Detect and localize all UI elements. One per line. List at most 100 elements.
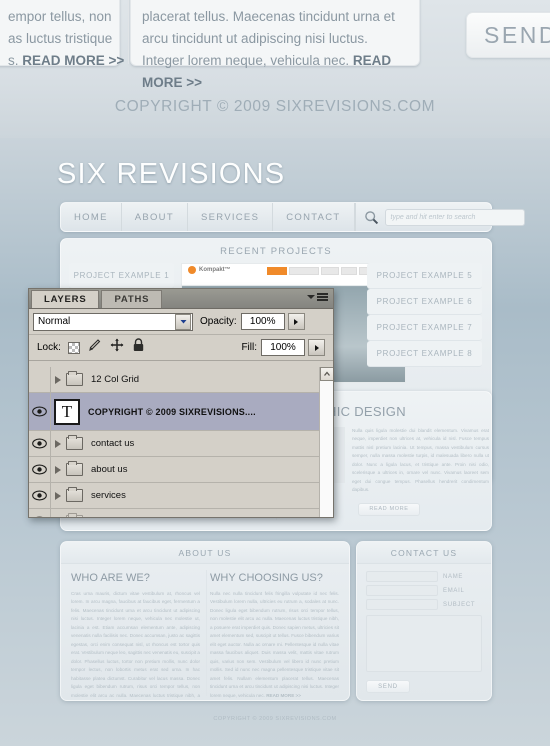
layer-row-services[interactable]: services <box>29 483 333 509</box>
expand-arrow-icon[interactable] <box>55 465 61 474</box>
magnifier-icon[interactable] <box>364 210 379 225</box>
scroll-up-arrow-icon[interactable] <box>320 367 333 381</box>
email-field[interactable] <box>366 585 438 596</box>
layer-row-contact-us[interactable]: contact us <box>29 431 333 457</box>
visibility-toggle[interactable] <box>29 393 51 430</box>
read-more-button[interactable]: READ MORE <box>358 502 420 516</box>
visibility-toggle[interactable] <box>29 457 51 482</box>
about-us-title: ABOUT US <box>61 542 349 564</box>
expand-arrow-icon[interactable] <box>55 491 61 500</box>
subject-field[interactable] <box>366 599 438 610</box>
tab-paths[interactable]: PATHS <box>101 290 163 308</box>
site-logo: SIX REVISIONS <box>57 158 286 190</box>
list-item[interactable]: PROJECT EXAMPLE 7 <box>367 315 482 341</box>
layers-scrollbar[interactable] <box>319 367 333 517</box>
contact-row-subject: SUBJECT <box>357 596 491 610</box>
about-us-divider <box>206 570 207 696</box>
preview-text-left: empor tellus, non as luctus tristique s.… <box>8 6 126 72</box>
layer-name: recent projects <box>91 516 153 517</box>
about-col-why: WHY CHOOSING US? Nulla nec nulla tincidu… <box>210 572 339 700</box>
project-list-right: PROJECT EXAMPLE 5 PROJECT EXAMPLE 6 PROJ… <box>367 263 482 367</box>
nav-item-contact[interactable]: CONTACT <box>273 203 355 231</box>
lock-image-icon[interactable] <box>88 338 102 357</box>
about-heading: WHY CHOOSING US? <box>210 572 323 584</box>
preview-divider <box>128 0 129 64</box>
send-button[interactable]: SEND <box>366 680 410 693</box>
expand-arrow-icon[interactable] <box>55 439 61 448</box>
about-body: Nulla nec nulla tincidunt felis fringill… <box>210 590 339 700</box>
preview-readmore-left[interactable]: READ MORE >> <box>22 53 124 68</box>
list-item[interactable]: PROJECT EXAMPLE 1 <box>69 263 174 289</box>
layer-row-recent-projects[interactable]: recent projects <box>29 509 333 519</box>
visibility-toggle[interactable] <box>29 509 51 517</box>
tab-layers[interactable]: LAYERS <box>31 290 100 308</box>
search-input[interactable]: type and hit enter to search <box>384 208 525 226</box>
layer-row-12-col-grid[interactable]: 12 Col Grid <box>29 367 333 393</box>
layer-row-about-us[interactable]: about us <box>29 457 333 483</box>
opacity-stepper[interactable] <box>287 313 305 330</box>
contact-row-name: NAME <box>357 568 491 582</box>
fill-stepper[interactable] <box>308 339 325 356</box>
about-body-text: Nulla nec nulla tincidunt felis fringill… <box>210 591 339 698</box>
zoomed-preview-region: empor tellus, non as luctus tristique s.… <box>0 0 550 138</box>
lock-position-icon[interactable] <box>110 338 124 357</box>
contact-us-title: CONTACT US <box>357 542 491 564</box>
nav-item-about[interactable]: ABOUT <box>122 203 188 231</box>
site-copyright: COPYRIGHT © 2009 SIXREVISIONS.COM <box>213 716 337 722</box>
nav-item-services[interactable]: SERVICES <box>188 203 274 231</box>
layer-name: 12 Col Grid <box>91 374 140 385</box>
preview-nav-active <box>267 266 287 275</box>
preview-site-brand: Kompakt™ <box>188 266 231 274</box>
text-layer-thumbnail: T <box>54 398 80 425</box>
lock-label: Lock: <box>37 342 61 353</box>
expand-arrow-icon[interactable] <box>55 518 61 519</box>
layer-name: contact us <box>91 438 135 449</box>
blend-mode-select[interactable]: Normal <box>33 312 193 331</box>
preview-text-center: placerat tellus. Maecenas tincidunt urna… <box>142 6 404 93</box>
folder-icon <box>66 487 83 502</box>
layers-list[interactable]: 12 Col Grid T COPYRIGHT © 2009 SIXREVISI… <box>29 367 333 519</box>
brand-dot-icon <box>188 266 196 274</box>
layer-name: COPYRIGHT © 2009 SIXREVISIONS.... <box>88 406 256 417</box>
contact-us-panel: CONTACT US NAME EMAIL SUBJECT SEND <box>356 541 492 701</box>
panel-menu-icon[interactable] <box>307 293 328 301</box>
preview-copyright: COPYRIGHT © 2009 SIXREVISIONS.COM <box>114 98 436 115</box>
folder-icon <box>66 513 83 517</box>
name-field[interactable] <box>366 571 438 582</box>
contact-row-email: EMAIL <box>357 582 491 596</box>
list-item[interactable]: PROJECT EXAMPLE 8 <box>367 341 482 367</box>
fill-input[interactable]: 100% <box>261 339 305 356</box>
visibility-toggle[interactable] <box>29 367 51 392</box>
chevron-down-icon <box>307 294 315 299</box>
brand-name: Kompakt™ <box>199 267 231 273</box>
preview-send-button[interactable]: SEND <box>466 12 550 58</box>
layer-name: about us <box>91 464 128 475</box>
about-body: Cras urna mauris, dictum vitae vestibulu… <box>71 590 200 700</box>
lock-all-icon[interactable] <box>132 338 145 357</box>
lock-fill-row: Lock: Fill: 100% <box>29 335 333 361</box>
folder-icon <box>66 461 83 476</box>
folder-icon <box>66 371 83 386</box>
visibility-toggle[interactable] <box>29 431 51 456</box>
lock-transparency-icon[interactable] <box>67 341 80 354</box>
list-item[interactable]: PROJECT EXAMPLE 6 <box>367 289 482 315</box>
chevron-down-icon[interactable] <box>175 313 191 330</box>
opacity-label: Opacity: <box>200 316 237 327</box>
name-label: NAME <box>443 573 464 580</box>
opacity-input[interactable]: 100% <box>240 313 285 330</box>
blend-mode-value: Normal <box>38 316 71 327</box>
nav-item-home[interactable]: HOME <box>61 203 122 231</box>
layer-row-copyright-text[interactable]: T COPYRIGHT © 2009 SIXREVISIONS.... <box>29 393 333 431</box>
recent-projects-title: RECENT PROJECTS <box>220 246 332 257</box>
about-body-text: Cras urna mauris, dictum vitae vestibulu… <box>71 591 200 698</box>
blend-opacity-row: Normal Opacity: 100% <box>29 309 333 335</box>
read-more-link[interactable]: READ MORE >> <box>266 693 301 698</box>
lock-icon-group <box>67 338 145 357</box>
message-textarea[interactable] <box>366 615 482 672</box>
expand-arrow-icon[interactable] <box>55 375 61 384</box>
main-navigation: HOME ABOUT SERVICES CONTACT type and hit… <box>60 202 525 232</box>
visibility-toggle[interactable] <box>29 483 51 508</box>
about-us-panel: ABOUT US WHO ARE WE? Cras urna mauris, d… <box>60 541 350 701</box>
preview-nav-item <box>289 266 319 275</box>
list-item[interactable]: PROJECT EXAMPLE 5 <box>367 263 482 289</box>
